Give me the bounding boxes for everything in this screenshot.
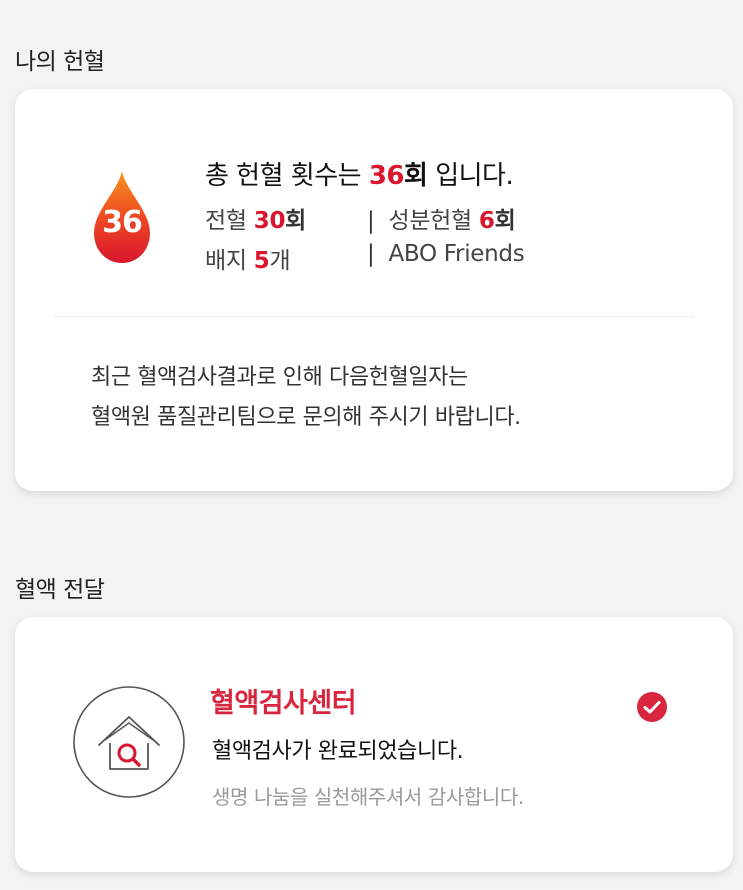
membership-stat: | ABO Friends [353,241,525,267]
whole-blood-unit: 회 [285,208,307,234]
headline-prefix: 총 헌혈 횟수는 [205,161,369,191]
badge-count: 5 [253,248,270,274]
donation-breakdown-row: 전혈 30회 | 성분헌혈 6회 [205,201,516,235]
total-donation-headline: 총 헌혈 횟수는 36회 입니다. [205,155,514,192]
component-count: 6 [478,208,495,234]
whole-blood-label: 전혈 [205,208,254,234]
house-search-icon [73,686,185,798]
delivery-status: 혈액검사가 완료되었습니다. [212,739,464,764]
card-divider [54,316,694,317]
headline-unit: 회 [404,161,428,191]
badge-membership-row: 배지 5개 | ABO Friends [205,241,525,275]
notice-line-1: 최근 혈액검사결과로 인해 다음헌혈일자는 [91,365,468,390]
check-circle-icon [637,692,667,722]
separator: | [367,241,375,267]
membership-label: ABO Friends [388,241,525,267]
center-name: 혈액검사센터 [210,688,357,719]
component-label: 성분헌혈 [388,208,479,234]
donation-count-badge: 36 [102,205,143,240]
my-donation-title: 나의 헌혈 [15,49,105,75]
component-stat: | 성분헌혈 6회 [353,201,516,235]
badge-label: 배지 [205,248,254,274]
headline-count: 36 [368,161,405,191]
notice-line-2: 혈액원 품질관리팀으로 문의해 주시기 바랍니다. [91,405,521,430]
separator: | [367,208,375,234]
blood-delivery-card[interactable]: 혈액검사센터 혈액검사가 완료되었습니다. 생명 나눔을 실천해주셔서 감사합니… [15,617,733,872]
badge-stat: 배지 5개 [205,248,291,274]
component-unit: 회 [494,208,516,234]
badge-unit: 개 [269,248,291,274]
donation-summary-card: 36 총 헌혈 횟수는 36회 입니다. 전혈 30회 | 성분헌혈 6회 배지 … [15,89,733,491]
whole-blood-count: 30 [253,208,286,234]
whole-blood-stat: 전혈 30회 [205,208,306,234]
blood-delivery-title: 혈액 전달 [15,577,105,603]
headline-suffix: 입니다. [427,161,514,191]
thanks-message: 생명 나눔을 실천해주셔서 감사합니다. [212,785,524,809]
